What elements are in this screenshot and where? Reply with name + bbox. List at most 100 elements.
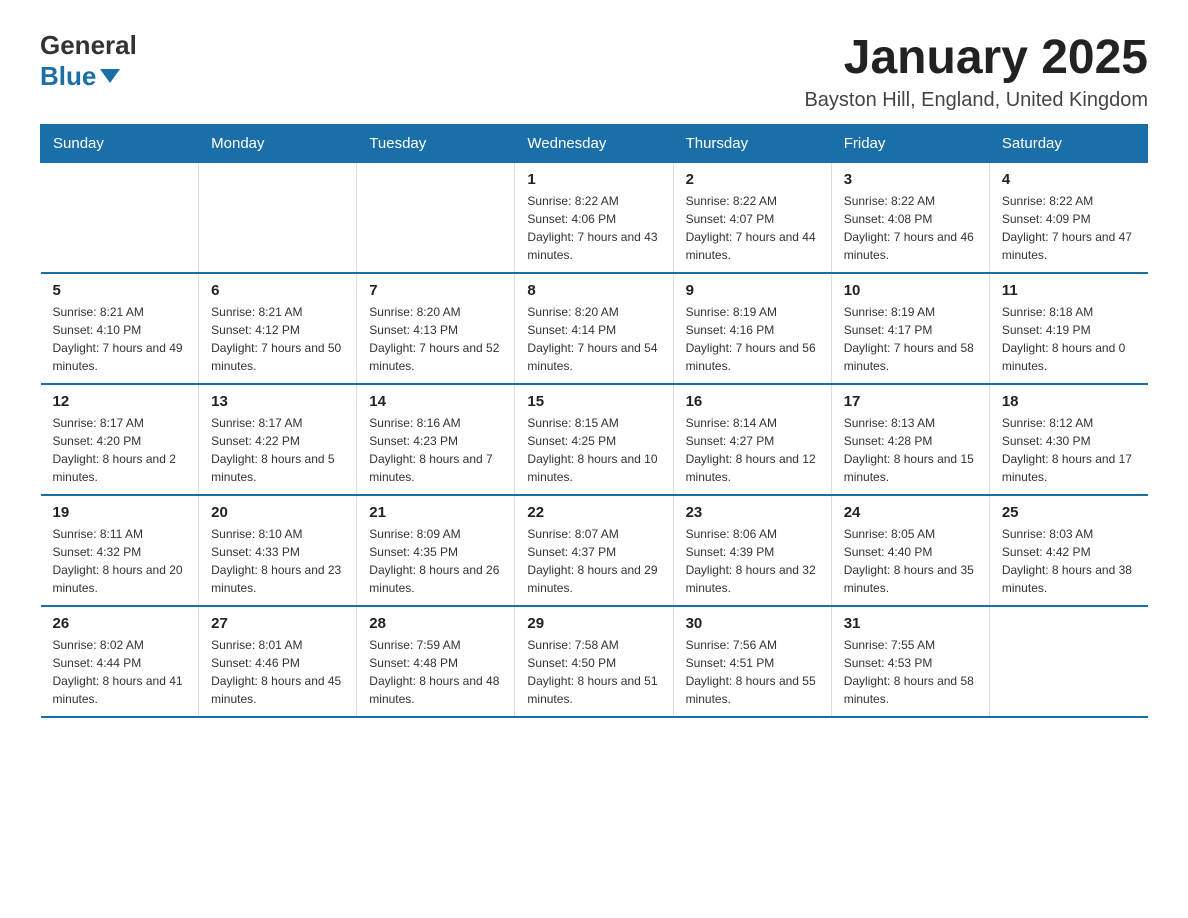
day-number: 1 [527, 171, 660, 188]
calendar-header-friday: Friday [831, 125, 989, 163]
day-number: 12 [53, 393, 187, 410]
day-info: Sunrise: 8:19 AMSunset: 4:17 PMDaylight:… [844, 303, 977, 375]
calendar-cell: 20 Sunrise: 8:10 AMSunset: 4:33 PMDayligh… [199, 495, 357, 606]
day-info: Sunrise: 8:22 AMSunset: 4:06 PMDaylight:… [527, 192, 660, 264]
day-number: 26 [53, 615, 187, 632]
day-info: Sunrise: 8:20 AMSunset: 4:13 PMDaylight:… [369, 303, 502, 375]
day-number: 24 [844, 504, 977, 521]
day-info: Sunrise: 8:05 AMSunset: 4:40 PMDaylight:… [844, 525, 977, 597]
calendar-cell [41, 163, 199, 274]
calendar-cell [357, 163, 515, 274]
calendar-header-saturday: Saturday [989, 125, 1147, 163]
day-info: Sunrise: 8:06 AMSunset: 4:39 PMDaylight:… [686, 525, 819, 597]
day-info: Sunrise: 8:10 AMSunset: 4:33 PMDaylight:… [211, 525, 344, 597]
calendar-cell: 15Sunrise: 8:15 AMSunset: 4:25 PMDayligh… [515, 384, 673, 495]
day-info: Sunrise: 8:15 AMSunset: 4:25 PMDaylight:… [527, 414, 660, 486]
day-number: 10 [844, 282, 977, 299]
calendar-week-row: 19 Sunrise: 8:11 AMSunset: 4:32 PMDayligh… [41, 495, 1148, 606]
day-info: Sunrise: 8:21 AMSunset: 4:12 PMDaylight:… [211, 303, 344, 375]
day-info: Sunrise: 8:03 AMSunset: 4:42 PMDaylight:… [1002, 525, 1136, 597]
calendar-cell: 10 Sunrise: 8:19 AMSunset: 4:17 PMDayligh… [831, 273, 989, 384]
day-info: Sunrise: 8:17 AMSunset: 4:20 PMDaylight:… [53, 414, 187, 486]
day-info: Sunrise: 7:55 AMSunset: 4:53 PMDaylight:… [844, 636, 977, 708]
day-info: Sunrise: 8:18 AMSunset: 4:19 PMDaylight:… [1002, 303, 1136, 375]
calendar-header-thursday: Thursday [673, 125, 831, 163]
day-number: 22 [527, 504, 660, 521]
day-number: 5 [53, 282, 187, 299]
calendar-title: January 2025 [804, 30, 1148, 85]
calendar-header-tuesday: Tuesday [357, 125, 515, 163]
day-number: 6 [211, 282, 344, 299]
day-number: 18 [1002, 393, 1136, 410]
day-number: 31 [844, 615, 977, 632]
day-info: Sunrise: 8:02 AMSunset: 4:44 PMDaylight:… [53, 636, 187, 708]
calendar-week-row: 1 Sunrise: 8:22 AMSunset: 4:06 PMDaylight… [41, 163, 1148, 274]
calendar-cell [989, 606, 1147, 717]
day-number: 7 [369, 282, 502, 299]
day-info: Sunrise: 8:22 AMSunset: 4:08 PMDaylight:… [844, 192, 977, 264]
calendar-subtitle: Bayston Hill, England, United Kingdom [804, 89, 1148, 112]
day-number: 27 [211, 615, 344, 632]
day-info: Sunrise: 8:22 AMSunset: 4:07 PMDaylight:… [686, 192, 819, 264]
day-info: Sunrise: 8:22 AMSunset: 4:09 PMDaylight:… [1002, 192, 1136, 264]
day-number: 28 [369, 615, 502, 632]
day-info: Sunrise: 8:07 AMSunset: 4:37 PMDaylight:… [527, 525, 660, 597]
title-block: January 2025 Bayston Hill, England, Unit… [804, 30, 1148, 112]
day-number: 19 [53, 504, 187, 521]
calendar-cell: 9 Sunrise: 8:19 AMSunset: 4:16 PMDaylight… [673, 273, 831, 384]
calendar-cell: 7 Sunrise: 8:20 AMSunset: 4:13 PMDaylight… [357, 273, 515, 384]
calendar-header-wednesday: Wednesday [515, 125, 673, 163]
calendar-table: SundayMondayTuesdayWednesdayThursdayFrid… [40, 124, 1148, 718]
calendar-cell: 13Sunrise: 8:17 AMSunset: 4:22 PMDayligh… [199, 384, 357, 495]
day-number: 4 [1002, 171, 1136, 188]
calendar-header-sunday: Sunday [41, 125, 199, 163]
logo-blue-text: Blue [40, 61, 120, 92]
day-number: 9 [686, 282, 819, 299]
calendar-header-monday: Monday [199, 125, 357, 163]
day-number: 25 [1002, 504, 1136, 521]
day-info: Sunrise: 8:11 AMSunset: 4:32 PMDaylight:… [53, 525, 187, 597]
calendar-cell: 27Sunrise: 8:01 AMSunset: 4:46 PMDayligh… [199, 606, 357, 717]
day-info: Sunrise: 8:21 AMSunset: 4:10 PMDaylight:… [53, 303, 187, 375]
calendar-cell: 28Sunrise: 7:59 AMSunset: 4:48 PMDayligh… [357, 606, 515, 717]
page-header: General Blue January 2025 Bayston Hill, … [40, 30, 1148, 112]
calendar-cell [199, 163, 357, 274]
day-info: Sunrise: 8:19 AMSunset: 4:16 PMDaylight:… [686, 303, 819, 375]
calendar-cell: 6 Sunrise: 8:21 AMSunset: 4:12 PMDaylight… [199, 273, 357, 384]
calendar-cell: 21 Sunrise: 8:09 AMSunset: 4:35 PMDayligh… [357, 495, 515, 606]
day-info: Sunrise: 8:13 AMSunset: 4:28 PMDaylight:… [844, 414, 977, 486]
day-number: 30 [686, 615, 819, 632]
calendar-cell: 31 Sunrise: 7:55 AMSunset: 4:53 PMDayligh… [831, 606, 989, 717]
calendar-cell: 1 Sunrise: 8:22 AMSunset: 4:06 PMDaylight… [515, 163, 673, 274]
day-info: Sunrise: 8:09 AMSunset: 4:35 PMDaylight:… [369, 525, 502, 597]
calendar-cell: 12 Sunrise: 8:17 AMSunset: 4:20 PMDayligh… [41, 384, 199, 495]
calendar-cell: 8 Sunrise: 8:20 AMSunset: 4:14 PMDaylight… [515, 273, 673, 384]
calendar-header-row: SundayMondayTuesdayWednesdayThursdayFrid… [41, 125, 1148, 163]
calendar-cell: 2 Sunrise: 8:22 AMSunset: 4:07 PMDaylight… [673, 163, 831, 274]
day-info: Sunrise: 7:56 AMSunset: 4:51 PMDaylight:… [686, 636, 819, 708]
calendar-cell: 4 Sunrise: 8:22 AMSunset: 4:09 PMDaylight… [989, 163, 1147, 274]
day-info: Sunrise: 7:58 AMSunset: 4:50 PMDaylight:… [527, 636, 660, 708]
day-number: 17 [844, 393, 977, 410]
calendar-week-row: 12 Sunrise: 8:17 AMSunset: 4:20 PMDayligh… [41, 384, 1148, 495]
calendar-cell: 26 Sunrise: 8:02 AMSunset: 4:44 PMDayligh… [41, 606, 199, 717]
logo: General Blue [40, 30, 137, 92]
calendar-cell: 17 Sunrise: 8:13 AMSunset: 4:28 PMDayligh… [831, 384, 989, 495]
calendar-week-row: 5 Sunrise: 8:21 AMSunset: 4:10 PMDaylight… [41, 273, 1148, 384]
day-number: 8 [527, 282, 660, 299]
calendar-cell: 18Sunrise: 8:12 AMSunset: 4:30 PMDayligh… [989, 384, 1147, 495]
day-number: 29 [527, 615, 660, 632]
day-number: 2 [686, 171, 819, 188]
calendar-cell: 25 Sunrise: 8:03 AMSunset: 4:42 PMDayligh… [989, 495, 1147, 606]
day-number: 13 [211, 393, 344, 410]
calendar-week-row: 26 Sunrise: 8:02 AMSunset: 4:44 PMDayligh… [41, 606, 1148, 717]
calendar-cell: 14Sunrise: 8:16 AMSunset: 4:23 PMDayligh… [357, 384, 515, 495]
day-number: 14 [369, 393, 502, 410]
day-number: 20 [211, 504, 344, 521]
logo-arrow-icon [100, 69, 120, 83]
calendar-cell: 23 Sunrise: 8:06 AMSunset: 4:39 PMDayligh… [673, 495, 831, 606]
day-info: Sunrise: 8:20 AMSunset: 4:14 PMDaylight:… [527, 303, 660, 375]
day-number: 23 [686, 504, 819, 521]
day-number: 21 [369, 504, 502, 521]
calendar-cell: 29 Sunrise: 7:58 AMSunset: 4:50 PMDayligh… [515, 606, 673, 717]
